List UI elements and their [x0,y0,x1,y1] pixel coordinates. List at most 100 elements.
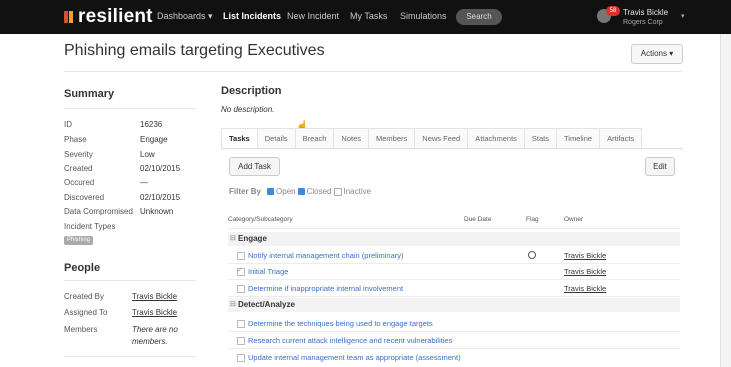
field-label: Data Compromised [64,207,133,216]
created-by-user[interactable]: Travis Bickle [132,292,177,301]
row-divider [228,263,680,264]
brand-logo[interactable]: resilient [64,6,153,27]
task-checkbox[interactable] [237,320,245,328]
incident-tabs: Tasks Details Breach Notes Members News … [221,128,643,149]
summary-divider [64,108,196,109]
collapse-icon[interactable]: ⊟ [230,300,236,308]
nav-my-tasks[interactable]: My Tasks [350,11,387,21]
tabs-divider [221,148,683,149]
filter-label: Filter By [229,187,262,196]
logo-mark-icon [64,11,74,23]
tab-details[interactable]: Details [256,128,296,149]
members-empty: There are no [132,325,178,334]
tab-members[interactable]: Members [368,128,416,149]
field-value-data-compromised: Unknown [140,207,174,216]
field-label: Severity [64,150,93,159]
tab-timeline[interactable]: Timeline [556,128,601,149]
description-heading: Description [221,85,282,97]
row-divider [228,228,680,229]
tab-stats[interactable]: Stats [523,128,557,149]
tab-news-feed[interactable]: News Feed [414,128,469,149]
chevron-down-icon[interactable]: ▾ [681,12,685,20]
task-name[interactable]: Notify internal management chain (prelim… [248,251,403,260]
members-label: Members [64,325,98,334]
description-text: No description. [221,105,275,114]
column-header-flag[interactable]: Flag [526,216,539,223]
task-checkbox[interactable] [237,354,245,362]
add-task-button[interactable]: Add Task [229,157,280,176]
tab-breach[interactable]: Breach [294,128,335,149]
task-owner[interactable]: Travis Bickle [564,267,606,276]
task-filter: Filter By Open Closed Inactive [229,187,371,196]
task-checkbox[interactable] [237,337,245,345]
column-header-category[interactable]: Category/Subcategory [228,216,293,223]
assigned-to-user[interactable]: Travis Bickle [132,308,177,317]
notification-badge[interactable]: 58 [606,6,620,16]
nav-dashboards[interactable]: Dashboards ▾ [157,11,213,22]
closed-checkbox[interactable] [297,188,305,195]
task-name[interactable]: Update internal management team as appro… [248,353,461,362]
actions-button[interactable]: Actions ▾ [631,44,683,64]
people-heading: People [64,262,101,274]
row-divider [228,331,680,332]
brand-name: resilient [78,6,153,27]
task-checkbox[interactable] [237,252,245,260]
field-value-id: 16236 [140,120,163,129]
row-divider [228,296,680,297]
task-name[interactable]: Initial Triage [248,267,288,276]
category-row-engage[interactable] [228,232,680,246]
flag-icon[interactable] [528,251,536,259]
field-value-discovered: 02/10/2015 [140,193,181,202]
field-label: Created [64,164,93,173]
field-value-created: 02/10/2015 [140,164,181,173]
inactive-checkbox[interactable] [333,187,342,196]
open-checkbox[interactable] [267,188,275,195]
people-bottom-divider [64,356,196,357]
user-org: Rogers Corp [623,19,663,26]
field-label: Discovered [64,193,105,202]
nav-list-incidents[interactable]: List Incidents [223,11,281,21]
scrollbar-track[interactable] [720,34,731,367]
app-window: resilient Dashboards ▾ List Incidents Ne… [0,0,731,367]
field-label: Occured [64,178,95,187]
collapse-icon[interactable]: ⊟ [230,234,236,242]
task-name[interactable]: Research current attack intelligence and… [248,336,452,345]
summary-heading: Summary [64,88,115,100]
page-title: Phishing emails targeting Executives [64,42,325,59]
row-divider [228,348,680,349]
created-by-label: Created By [64,292,105,301]
field-label: Phase [64,135,87,144]
check-icon: ✓ [237,267,243,274]
open-filter-label: Open [276,187,296,196]
tab-artifacts[interactable]: Artifacts [599,128,643,149]
people-divider [64,280,196,281]
nav-new-incident[interactable]: New Incident [287,11,339,21]
field-label: Incident Types [64,222,116,231]
category-label: Engage [238,234,267,243]
incident-type-tag: Phishing [64,236,94,245]
user-name[interactable]: Travis Bickle [623,8,668,18]
task-name[interactable]: Determine the techniques being used to e… [248,319,433,328]
members-empty: members. [132,337,168,346]
closed-filter-label: Closed [306,187,332,196]
category-row-detect-analyze[interactable] [228,298,680,312]
column-header-owner[interactable]: Owner [564,216,583,223]
category-label: Detect/Analyze [238,300,295,309]
task-checkbox[interactable] [237,285,245,293]
tab-notes[interactable]: Notes [333,128,370,149]
task-owner[interactable]: Travis Bickle [564,284,606,293]
task-name[interactable]: Determine if inappropriate internal invo… [248,284,403,293]
search-button[interactable]: Search [456,9,502,25]
assigned-to-label: Assigned To [64,308,108,317]
tab-attachments[interactable]: Attachments [467,128,525,149]
title-divider [64,71,682,72]
tab-tasks[interactable]: Tasks [221,128,258,149]
inactive-filter-label: Inactive [343,187,372,196]
task-owner[interactable]: Travis Bickle [564,251,606,260]
edit-button[interactable]: Edit [645,157,675,176]
field-value-phase: Engage [140,135,168,144]
nav-simulations[interactable]: Simulations [400,11,447,21]
column-header-due-date[interactable]: Due Date [464,216,491,223]
field-value-occured: — [140,178,148,187]
field-value-severity: Low [140,150,155,159]
